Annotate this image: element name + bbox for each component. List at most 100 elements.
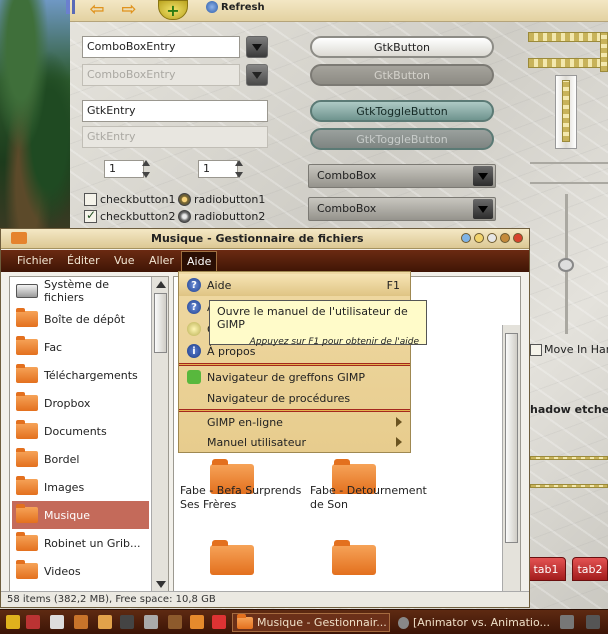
shade-button[interactable]: [461, 233, 471, 243]
menu-fichier[interactable]: Fichier: [17, 254, 53, 267]
window-controls: [461, 233, 523, 243]
hscale-rail-2[interactable]: [530, 182, 608, 184]
menu-editer[interactable]: Éditer: [67, 254, 100, 267]
app-icon[interactable]: [212, 615, 226, 629]
video-icon: [398, 616, 409, 629]
tab-2[interactable]: tab2: [572, 557, 608, 581]
menu-vue[interactable]: Vue: [114, 254, 135, 267]
gtk-entry-disabled: GtkEntry: [82, 126, 268, 148]
sidebar-item-images[interactable]: Images: [12, 473, 149, 501]
plugin-icon: [187, 370, 201, 384]
task-file-manager[interactable]: Musique - Gestionnair...: [232, 613, 390, 632]
sidebar-item-documents[interactable]: Documents: [12, 417, 149, 445]
sidebar-item-robinet[interactable]: Robinet un Grib...: [12, 529, 149, 557]
refresh-label: Refresh: [221, 1, 265, 13]
gtk-button[interactable]: GtkButton: [310, 36, 494, 58]
sidebar-item-musique[interactable]: Musique: [12, 501, 149, 529]
checkbutton-1[interactable]: checkbutton1: [84, 193, 176, 206]
tray-icon-2[interactable]: [586, 615, 600, 629]
radiobutton-2-label: radiobutton2: [194, 210, 266, 223]
move-in-label: Move In Har: [530, 343, 608, 356]
menu-item-procedure-browser[interactable]: Navigateur de procédures: [179, 387, 410, 409]
sidebar-item-label: Documents: [44, 424, 107, 438]
close-button[interactable]: [513, 233, 523, 243]
spin-1-arrows-icon[interactable]: [141, 160, 151, 178]
submenu-arrow-icon: [396, 417, 402, 427]
menu-item-aide[interactable]: ? Aide F1: [179, 274, 410, 296]
task-label: [Animator vs. Animatio...: [412, 616, 550, 629]
ornament-bar: [528, 32, 604, 42]
sidebar-item-label: Fac: [44, 340, 63, 354]
menu-item-gimp-online[interactable]: GIMP en-ligne: [179, 411, 410, 433]
spin-2-arrows-icon[interactable]: [234, 160, 244, 178]
radiobutton-1[interactable]: radiobutton1: [178, 193, 265, 206]
checkbutton-1-label: checkbutton1: [100, 193, 176, 206]
sidebar-item-videos[interactable]: Videos: [12, 557, 149, 585]
file-label[interactable]: Fabe - Detournement de Son: [310, 484, 440, 512]
hscale-rail[interactable]: [530, 162, 608, 164]
scrollbar-thumb[interactable]: [505, 333, 518, 543]
menu-item-user-manual[interactable]: Manuel utilisateur: [179, 431, 410, 453]
combo-box-entry[interactable]: ComboBoxEntry: [82, 36, 240, 58]
refresh-button[interactable]: Refresh: [206, 1, 265, 13]
menu-aller[interactable]: Aller: [149, 254, 174, 267]
window-titlebar[interactable]: Musique - Gestionnaire de fichiers: [1, 229, 529, 249]
sidebar-item-filesystem[interactable]: Système de fichiers: [12, 277, 149, 305]
sidebar-item-downloads[interactable]: Téléchargements: [12, 361, 149, 389]
radiobutton-1-label: radiobutton1: [194, 193, 266, 206]
launcher-icon[interactable]: [6, 615, 20, 629]
sidebar-scrollbar[interactable]: [151, 277, 168, 592]
spin-button-1[interactable]: 1: [104, 160, 144, 178]
browser-icon[interactable]: [74, 615, 88, 629]
combobox-1[interactable]: ComboBox: [308, 164, 496, 188]
combobox-2[interactable]: ComboBox: [308, 197, 496, 221]
desktop-icon[interactable]: [50, 615, 64, 629]
close-window-icon[interactable]: [26, 615, 40, 629]
sidebar-item-fac[interactable]: Fac: [12, 333, 149, 361]
task-animator[interactable]: [Animator vs. Animatio...: [394, 613, 554, 632]
checkbox-checked-icon: [84, 208, 97, 223]
gtk-entry[interactable]: GtkEntry: [82, 100, 268, 122]
scroll-down-icon[interactable]: [156, 581, 166, 588]
gtk-toggle-button[interactable]: GtkToggleButton: [310, 100, 494, 122]
combo-entry-dropdown-icon[interactable]: [246, 36, 268, 58]
checkbox-icon[interactable]: [530, 344, 542, 356]
radiobutton-2[interactable]: radiobutton2: [178, 210, 265, 223]
tray-icon[interactable]: [560, 615, 574, 629]
file-view-scrollbar[interactable]: [502, 325, 520, 593]
folder-icon: [16, 560, 38, 579]
back-arrow-icon[interactable]: ⇦: [86, 0, 108, 20]
terminal-icon[interactable]: [120, 615, 134, 629]
scroll-up-icon[interactable]: [156, 281, 166, 288]
restore-button[interactable]: [487, 233, 497, 243]
help-icon: ?: [187, 278, 201, 292]
sidebar-item-bordel[interactable]: Bordel: [12, 445, 149, 473]
media-icon[interactable]: [168, 615, 182, 629]
sidebar-item-label: Dropbox: [44, 396, 91, 410]
tab-1[interactable]: tab1: [526, 557, 566, 581]
spin-button-2[interactable]: 1: [198, 160, 238, 178]
folder-icon: [16, 532, 38, 551]
refresh-icon[interactable]: [98, 615, 112, 629]
firefox-icon[interactable]: [190, 615, 204, 629]
files-icon[interactable]: [144, 615, 158, 629]
menu-aide[interactable]: Aide: [181, 251, 218, 272]
forward-arrow-icon[interactable]: ⇨: [118, 0, 140, 20]
checkbutton-2[interactable]: checkbutton2: [84, 208, 176, 223]
folder-icon[interactable]: [210, 540, 254, 575]
menu-item-label: GIMP en-ligne: [207, 415, 283, 429]
minimize-button[interactable]: [474, 233, 484, 243]
folder-icon[interactable]: [332, 540, 376, 575]
toolbar-handle[interactable]: [66, 0, 70, 14]
sidebar-item-dropbox[interactable]: Dropbox: [12, 389, 149, 417]
menu-item-label: Navigateur de greffons GIMP: [207, 370, 366, 384]
toolbar-handle-2[interactable]: [72, 0, 75, 14]
scrollbar-thumb[interactable]: [154, 293, 167, 353]
file-label[interactable]: Fabe - Befa Surprends Ses Frères: [180, 484, 310, 512]
maximize-button[interactable]: [500, 233, 510, 243]
folder-icon: [16, 336, 38, 355]
sidebar-item-drop-box[interactable]: Boîte de dépôt: [12, 305, 149, 333]
menu-item-plugin-browser[interactable]: Navigateur de greffons GIMP: [179, 366, 410, 388]
ornament-bar-2: [528, 58, 604, 68]
vscale-knob[interactable]: [558, 258, 574, 272]
